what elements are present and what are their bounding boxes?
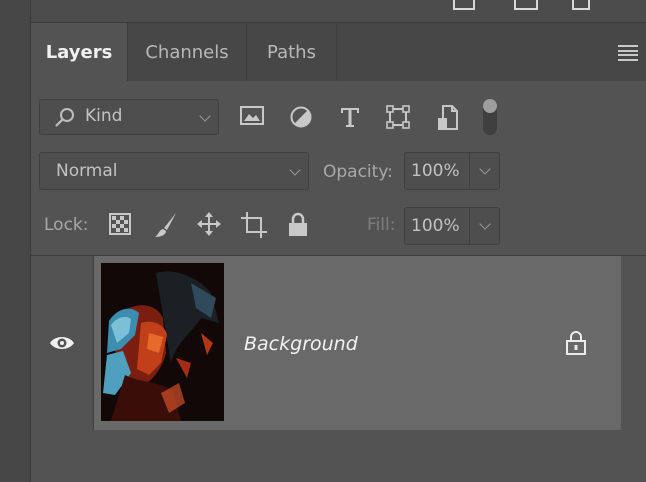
- opacity-label: Opacity:: [323, 162, 393, 182]
- kind-filter-label: Kind: [85, 106, 123, 126]
- lock-transparent-pixels-icon[interactable]: [109, 213, 131, 235]
- layer-thumbnail[interactable]: [101, 263, 224, 421]
- filter-toggle-switch[interactable]: [483, 99, 497, 135]
- hamburger-menu-icon[interactable]: [618, 45, 638, 61]
- layer-thumbnail-image: [101, 263, 224, 421]
- adjustment-filter-icon[interactable]: [289, 105, 313, 129]
- top-toolbar-strip: [31, 0, 646, 23]
- lock-position-icon[interactable]: [196, 211, 222, 237]
- lock-row: Lock: Fill: 100%: [31, 197, 646, 255]
- type-filter-icon[interactable]: [338, 105, 362, 129]
- left-panel-border: [0, 0, 31, 482]
- lock-label: Lock:: [44, 215, 89, 235]
- image-filter-icon[interactable]: [239, 105, 265, 127]
- blend-mode-dropdown[interactable]: Normal: [39, 152, 309, 190]
- lock-artboard-icon[interactable]: [240, 211, 268, 239]
- blend-mode-value: Normal: [56, 161, 118, 181]
- visibility-column: [31, 256, 94, 430]
- chevron-down-icon: [289, 164, 301, 176]
- eye-icon[interactable]: [49, 333, 75, 353]
- search-icon: [55, 108, 74, 127]
- tab-layers[interactable]: Layers: [31, 23, 128, 81]
- kind-filter-dropdown[interactable]: Kind: [39, 99, 219, 135]
- fill-field[interactable]: 100%: [404, 207, 500, 245]
- layer-lock-icon: [566, 331, 586, 355]
- chevron-down-icon[interactable]: [479, 218, 491, 230]
- lock-image-pixels-icon[interactable]: [153, 211, 179, 239]
- delete-layer-icon[interactable]: [572, 0, 590, 10]
- new-group-icon[interactable]: [453, 0, 475, 10]
- new-layer-icon[interactable]: [514, 0, 538, 10]
- layers-panel: Layers Channels Paths Kind Normal Opacit…: [31, 23, 646, 482]
- fill-value[interactable]: 100%: [411, 216, 460, 236]
- chevron-down-icon[interactable]: [479, 163, 491, 175]
- layer-name[interactable]: Background: [244, 333, 358, 355]
- fill-label: Fill:: [367, 215, 396, 235]
- lock-all-icon[interactable]: [287, 212, 309, 238]
- layers-empty-area[interactable]: [31, 430, 646, 482]
- opacity-field[interactable]: 100%: [404, 152, 500, 190]
- shape-filter-icon[interactable]: [385, 104, 411, 130]
- tab-paths[interactable]: Paths: [247, 23, 337, 81]
- opacity-value[interactable]: 100%: [411, 161, 460, 181]
- blend-row: Normal Opacity: 100%: [31, 141, 646, 197]
- panel-tab-bar: Layers Channels Paths: [31, 23, 646, 81]
- chevron-down-icon: [199, 110, 211, 122]
- smart-object-filter-icon[interactable]: [436, 104, 460, 132]
- tab-channels[interactable]: Channels: [128, 23, 247, 81]
- filter-row: Kind: [31, 81, 646, 141]
